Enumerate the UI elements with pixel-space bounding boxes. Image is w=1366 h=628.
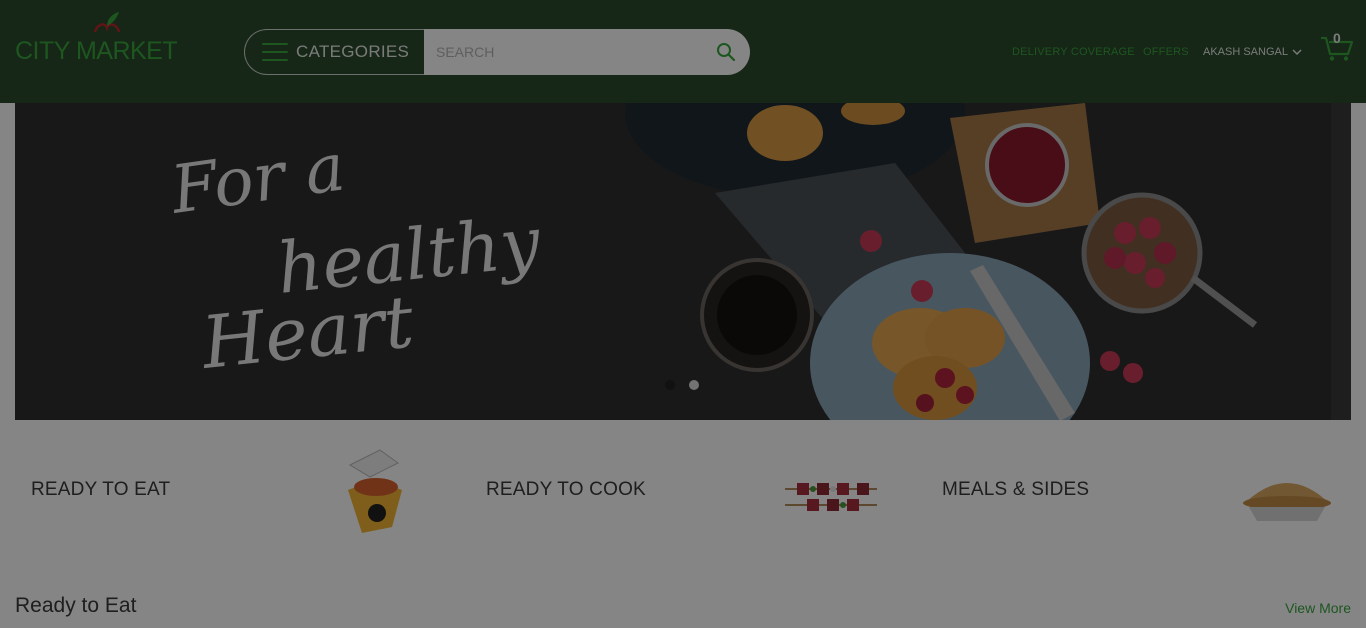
- pie-image: [1243, 483, 1331, 521]
- apple-leaf-logo-icon: [93, 12, 121, 33]
- search-icon[interactable]: [716, 42, 736, 62]
- hamburger-icon: [262, 43, 288, 61]
- cart-count-badge: 0: [1333, 30, 1341, 46]
- kebab-skewers-image: [785, 483, 877, 511]
- top-header: CITY MARKET CATEGORIES DELIVERY COVERAGE…: [0, 0, 1366, 103]
- city-market-logo[interactable]: CITY MARKET: [15, 12, 178, 67]
- brand-name: CITY MARKET: [15, 37, 178, 65]
- offers-link[interactable]: OFFERS: [1143, 46, 1189, 58]
- category-card-ready-to-eat[interactable]: READY TO EAT: [15, 435, 440, 545]
- noodle-box-image: [348, 449, 402, 533]
- view-more-link[interactable]: View More: [1285, 600, 1351, 616]
- search-input[interactable]: [436, 44, 706, 60]
- user-name: AKASH SANGAL: [1203, 46, 1288, 58]
- user-menu[interactable]: AKASH SANGAL: [1203, 46, 1302, 58]
- categories-label: CATEGORIES: [296, 42, 410, 61]
- category-card-ready-to-cook[interactable]: READY TO COOK: [470, 435, 895, 545]
- carousel-dot-1[interactable]: [665, 380, 675, 390]
- hero-banner[interactable]: For a healthy Heart: [15, 103, 1351, 420]
- category-card-meals-and-sides[interactable]: MEALS & SIDES: [926, 435, 1351, 545]
- carousel-dot-2[interactable]: [689, 380, 699, 390]
- headline-line-3: Heart: [196, 279, 418, 383]
- headline-line-1: For a: [166, 143, 350, 229]
- chevron-down-icon: [1292, 48, 1302, 55]
- search-bar: [424, 29, 750, 75]
- delivery-coverage-link[interactable]: DELIVERY COVERAGE: [1012, 46, 1135, 58]
- category-label: READY TO EAT: [31, 479, 171, 500]
- category-label: MEALS & SIDES: [942, 479, 1090, 500]
- category-label: READY TO COOK: [486, 479, 646, 500]
- section-title: Ready to Eat: [15, 594, 137, 617]
- categories-button[interactable]: CATEGORIES: [244, 29, 426, 75]
- hero-headline: For a healthy Heart: [166, 143, 546, 383]
